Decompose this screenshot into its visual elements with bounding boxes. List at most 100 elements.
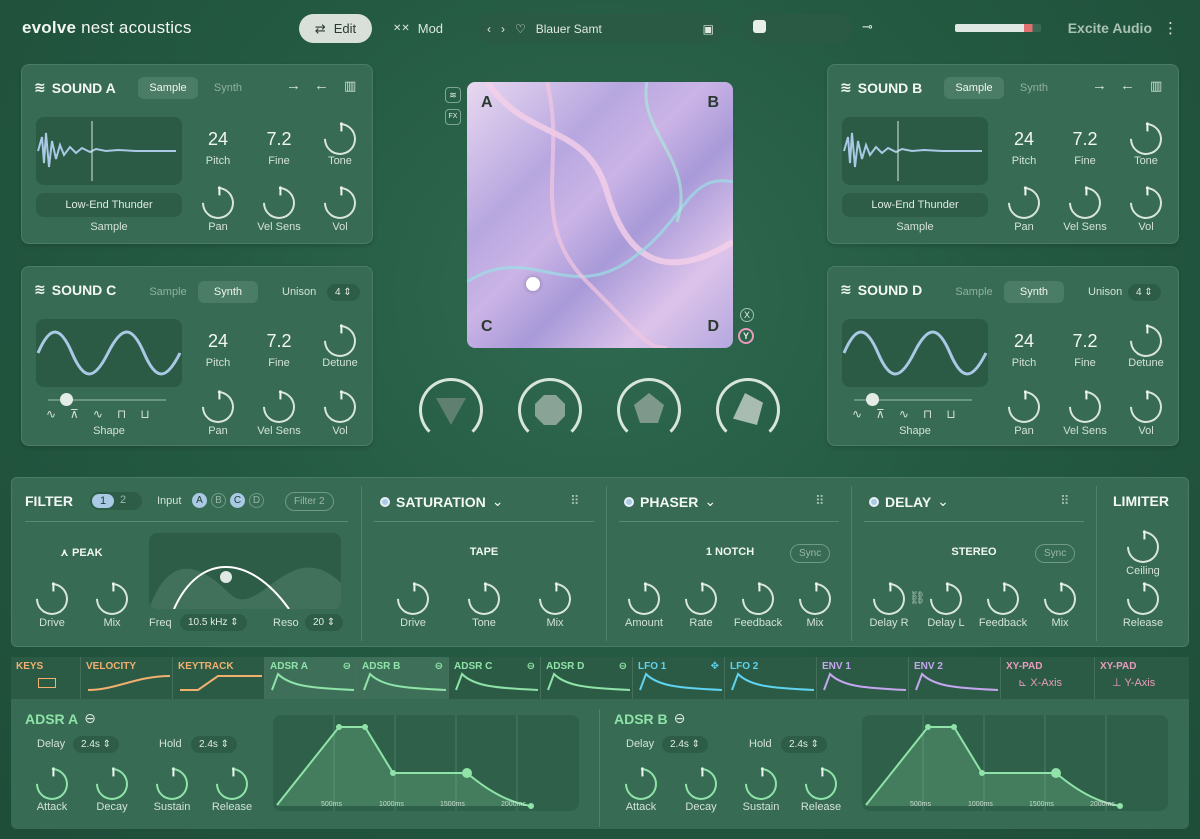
- sustain-knob[interactable]: [149, 761, 195, 807]
- vol-knob[interactable]: [317, 180, 363, 226]
- macro-knob-2[interactable]: [518, 378, 582, 442]
- mod-lfo-2[interactable]: LFO 2: [725, 657, 817, 699]
- sample-select[interactable]: Low-End Thunder: [36, 193, 182, 217]
- rate-knob[interactable]: [678, 576, 724, 622]
- vol-knob[interactable]: [317, 384, 363, 430]
- tab-sample[interactable]: Sample: [944, 281, 1004, 303]
- mod-xy-y[interactable]: XY-PAD ⊥ Y-Axis: [1095, 657, 1189, 699]
- macro-knob-4[interactable]: [716, 378, 780, 442]
- layers-view-icon[interactable]: ≋: [445, 87, 461, 103]
- mod-lfo-1[interactable]: LFO 1 ✥: [633, 657, 725, 699]
- reso-value[interactable]: 20 ⇕: [305, 614, 344, 631]
- sustain-knob[interactable]: [738, 761, 784, 807]
- tab-synth[interactable]: Synth: [1004, 281, 1064, 303]
- link-icon[interactable]: ⊖: [84, 710, 96, 727]
- arrow-left-icon[interactable]: ←: [1120, 77, 1135, 94]
- decay-knob[interactable]: [678, 761, 724, 807]
- mod-env-2[interactable]: ENV 2: [909, 657, 1001, 699]
- input-a-chip[interactable]: A: [192, 493, 207, 508]
- attack-knob[interactable]: [29, 761, 75, 807]
- arrow-right-icon[interactable]: →: [1092, 77, 1107, 94]
- mix-knob[interactable]: [89, 576, 135, 622]
- freq-value[interactable]: 10.5 kHz ⇕: [180, 614, 247, 631]
- decay-knob[interactable]: [89, 761, 135, 807]
- preset-browser[interactable]: ‹ › ♡ Blauer Samt ▣: [477, 14, 724, 43]
- pitch-value[interactable]: 24: [994, 129, 1054, 150]
- pan-knob[interactable]: [1001, 180, 1047, 226]
- filter-2-option[interactable]: 2: [120, 494, 126, 506]
- favorite-icon[interactable]: ♡: [515, 22, 526, 36]
- sample-waveform[interactable]: [36, 117, 182, 185]
- vol-knob[interactable]: [1123, 384, 1169, 430]
- filter-number-toggle[interactable]: 1 2: [90, 492, 142, 510]
- input-b-chip[interactable]: B: [211, 493, 226, 508]
- arrow-left-icon[interactable]: ←: [314, 77, 329, 94]
- fx-view-icon[interactable]: FX: [445, 109, 461, 125]
- dice-icon[interactable]: [753, 20, 766, 33]
- mod-adsr-c[interactable]: ADSR C ⊖: [449, 657, 541, 699]
- mod-keytrack[interactable]: KEYTRACK: [173, 657, 265, 699]
- tab-sample[interactable]: Sample: [944, 77, 1004, 99]
- fine-value[interactable]: 7.2: [249, 129, 309, 150]
- tone-knob[interactable]: [461, 576, 507, 622]
- drive-knob[interactable]: [390, 576, 436, 622]
- shape-icons[interactable]: ∿⊼∿⊓⊔: [852, 407, 970, 421]
- feedback-knob[interactable]: [735, 576, 781, 622]
- ceiling-knob[interactable]: [1120, 524, 1166, 570]
- sample-select[interactable]: Low-End Thunder: [842, 193, 988, 217]
- amount-knob[interactable]: [621, 576, 667, 622]
- fine-value[interactable]: 7.2: [249, 331, 309, 352]
- hold-value[interactable]: 2.4s ⇕: [191, 736, 238, 753]
- filter-1-option[interactable]: 1: [92, 494, 114, 508]
- delay-title[interactable]: DELAY ⌄: [869, 493, 949, 510]
- mod-adsr-d[interactable]: ADSR D ⊖: [541, 657, 633, 699]
- randomize-box[interactable]: [745, 14, 852, 43]
- arrow-right-icon[interactable]: →: [286, 77, 301, 94]
- vel-sens-knob[interactable]: [256, 384, 302, 430]
- keyboard-icon[interactable]: ▥: [344, 78, 356, 94]
- pan-knob[interactable]: [1001, 384, 1047, 430]
- attack-knob[interactable]: [618, 761, 664, 807]
- link-icon[interactable]: ⛓: [909, 590, 926, 606]
- fine-value[interactable]: 7.2: [1055, 129, 1115, 150]
- fine-value[interactable]: 7.2: [1055, 331, 1115, 352]
- tab-synth[interactable]: Synth: [198, 77, 258, 99]
- slider-handle-icon[interactable]: ⊸: [862, 19, 873, 35]
- xy-pad[interactable]: A B C D: [467, 82, 733, 348]
- pitch-value[interactable]: 24: [994, 331, 1054, 352]
- tab-sample[interactable]: Sample: [138, 77, 198, 99]
- pan-knob[interactable]: [195, 384, 241, 430]
- filter-2-input[interactable]: Filter 2: [285, 492, 334, 511]
- tab-synth[interactable]: Synth: [1004, 77, 1064, 99]
- mod-env-1[interactable]: ENV 1: [817, 657, 909, 699]
- link-icon[interactable]: ⊖: [674, 710, 686, 727]
- mod-adsr-a[interactable]: ADSR A ⊖: [265, 657, 357, 699]
- input-c-chip[interactable]: C: [230, 493, 245, 508]
- save-icon[interactable]: ▣: [703, 22, 714, 36]
- phaser-power-icon[interactable]: [624, 496, 634, 507]
- tab-synth[interactable]: Synth: [198, 281, 258, 303]
- phaser-type[interactable]: 1 NOTCH: [698, 546, 762, 558]
- vel-sens-knob[interactable]: [1062, 180, 1108, 226]
- delay-value[interactable]: 2.4s ⇕: [662, 736, 709, 753]
- xy-pad-cursor[interactable]: [526, 277, 540, 291]
- delay-power-icon[interactable]: [869, 496, 879, 507]
- pitch-value[interactable]: 24: [188, 331, 248, 352]
- drag-handle-icon[interactable]: ⠿: [815, 493, 825, 509]
- mix-knob[interactable]: [792, 576, 838, 622]
- unison-stepper[interactable]: 4 ⇕: [327, 284, 360, 301]
- unison-stepper[interactable]: 4 ⇕: [1128, 284, 1161, 301]
- vel-sens-knob[interactable]: [256, 180, 302, 226]
- sample-waveform[interactable]: [842, 117, 988, 185]
- release-knob[interactable]: [1120, 576, 1166, 622]
- drag-handle-icon[interactable]: ⠿: [1060, 493, 1070, 509]
- mod-xy-x[interactable]: XY-PAD ⊾ X-Axis: [1001, 657, 1095, 699]
- delay-sync-button[interactable]: Sync: [1035, 544, 1076, 563]
- pan-knob[interactable]: [195, 180, 241, 226]
- release-knob[interactable]: [209, 761, 255, 807]
- mod-adsr-b[interactable]: ADSR B ⊖: [357, 657, 449, 699]
- edit-button[interactable]: ⇄ Edit: [299, 14, 372, 43]
- release-knob[interactable]: [798, 761, 844, 807]
- adsr-b-graph[interactable]: 500ms 1000ms 1500ms 2000ms: [862, 715, 1168, 811]
- vol-knob[interactable]: [1123, 180, 1169, 226]
